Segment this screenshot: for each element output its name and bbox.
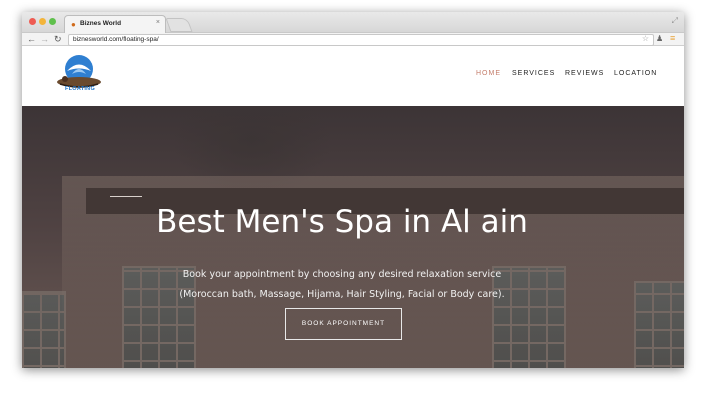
building-window [492, 266, 566, 368]
logo-text: FLOATING [64, 86, 96, 92]
minimize-window-button[interactable] [39, 18, 46, 25]
book-appointment-button[interactable]: BOOK APPOINTMENT [285, 308, 402, 340]
browser-tab[interactable]: ● Biznes World × [64, 15, 166, 33]
address-bar[interactable]: biznesworld.com/floating-spa/ ☆ [68, 34, 654, 46]
nav-services[interactable]: SERVICES [512, 70, 555, 77]
menu-icon[interactable]: ≡ [670, 33, 675, 43]
building-window [22, 291, 66, 368]
tab-close-icon[interactable]: × [156, 19, 160, 26]
decorative-line [110, 196, 142, 197]
building-window [122, 266, 196, 368]
extension-icon[interactable]: ♟ [656, 34, 663, 43]
favicon-icon: ● [71, 20, 76, 29]
site-header: FLOATING HOME SERVICES REVIEWS LOCATION [22, 46, 684, 106]
hero-section: Best Men's Spa in Al ain Book your appoi… [22, 106, 684, 368]
new-tab-button[interactable] [165, 18, 193, 32]
browser-toolbar: ← → ↻ biznesworld.com/floating-spa/ ☆ ♟ … [22, 33, 684, 46]
nav-home[interactable]: HOME [476, 70, 501, 77]
title-bar: ● Biznes World × ⤢ [22, 12, 684, 33]
browser-window: ● Biznes World × ⤢ ← → ↻ biznesworld.com… [22, 12, 684, 368]
back-icon[interactable]: ← [27, 33, 36, 45]
tab-title: Biznes World [80, 20, 122, 27]
nav-location[interactable]: LOCATION [614, 70, 657, 77]
hero-description-line2: (Moroccan bath, Massage, Hijama, Hair St… [179, 289, 505, 300]
hero-description-line1: Book your appointment by choosing any de… [182, 269, 502, 280]
url-text: biznesworld.com/floating-spa/ [73, 36, 159, 43]
close-window-button[interactable] [29, 18, 36, 25]
star-icon[interactable]: ☆ [642, 34, 649, 43]
forward-icon[interactable]: → [40, 33, 49, 45]
fullscreen-icon[interactable]: ⤢ [672, 16, 678, 26]
reload-icon[interactable]: ↻ [54, 33, 62, 45]
maximize-window-button[interactable] [49, 18, 56, 25]
hero-title: Best Men's Spa in Al ain [156, 204, 528, 240]
nav-reviews[interactable]: REVIEWS [565, 70, 604, 77]
